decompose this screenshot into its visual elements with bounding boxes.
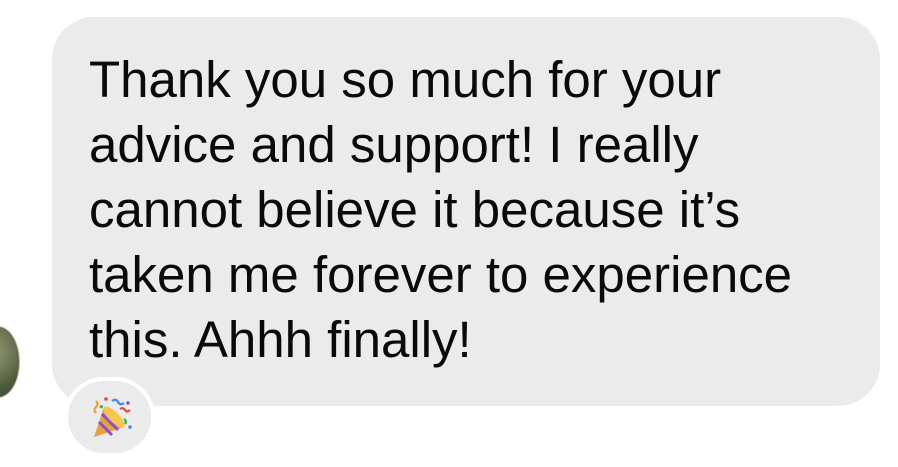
message-text: Thank you so much for your advice and su… (89, 47, 859, 372)
reaction-badge[interactable] (64, 377, 155, 457)
message-line: Thank you so much for your (89, 51, 722, 108)
message-line: this. Ahhh finally! (89, 311, 472, 368)
message-line: cannot believe it because it’s (89, 181, 741, 238)
message-line: advice and support! I really (89, 116, 699, 173)
party-popper-icon (93, 397, 132, 437)
chat-thread: Thank you so much for your advice and su… (0, 0, 898, 467)
sender-avatar[interactable] (0, 326, 20, 398)
message-line: taken me forever to experience (89, 246, 793, 303)
